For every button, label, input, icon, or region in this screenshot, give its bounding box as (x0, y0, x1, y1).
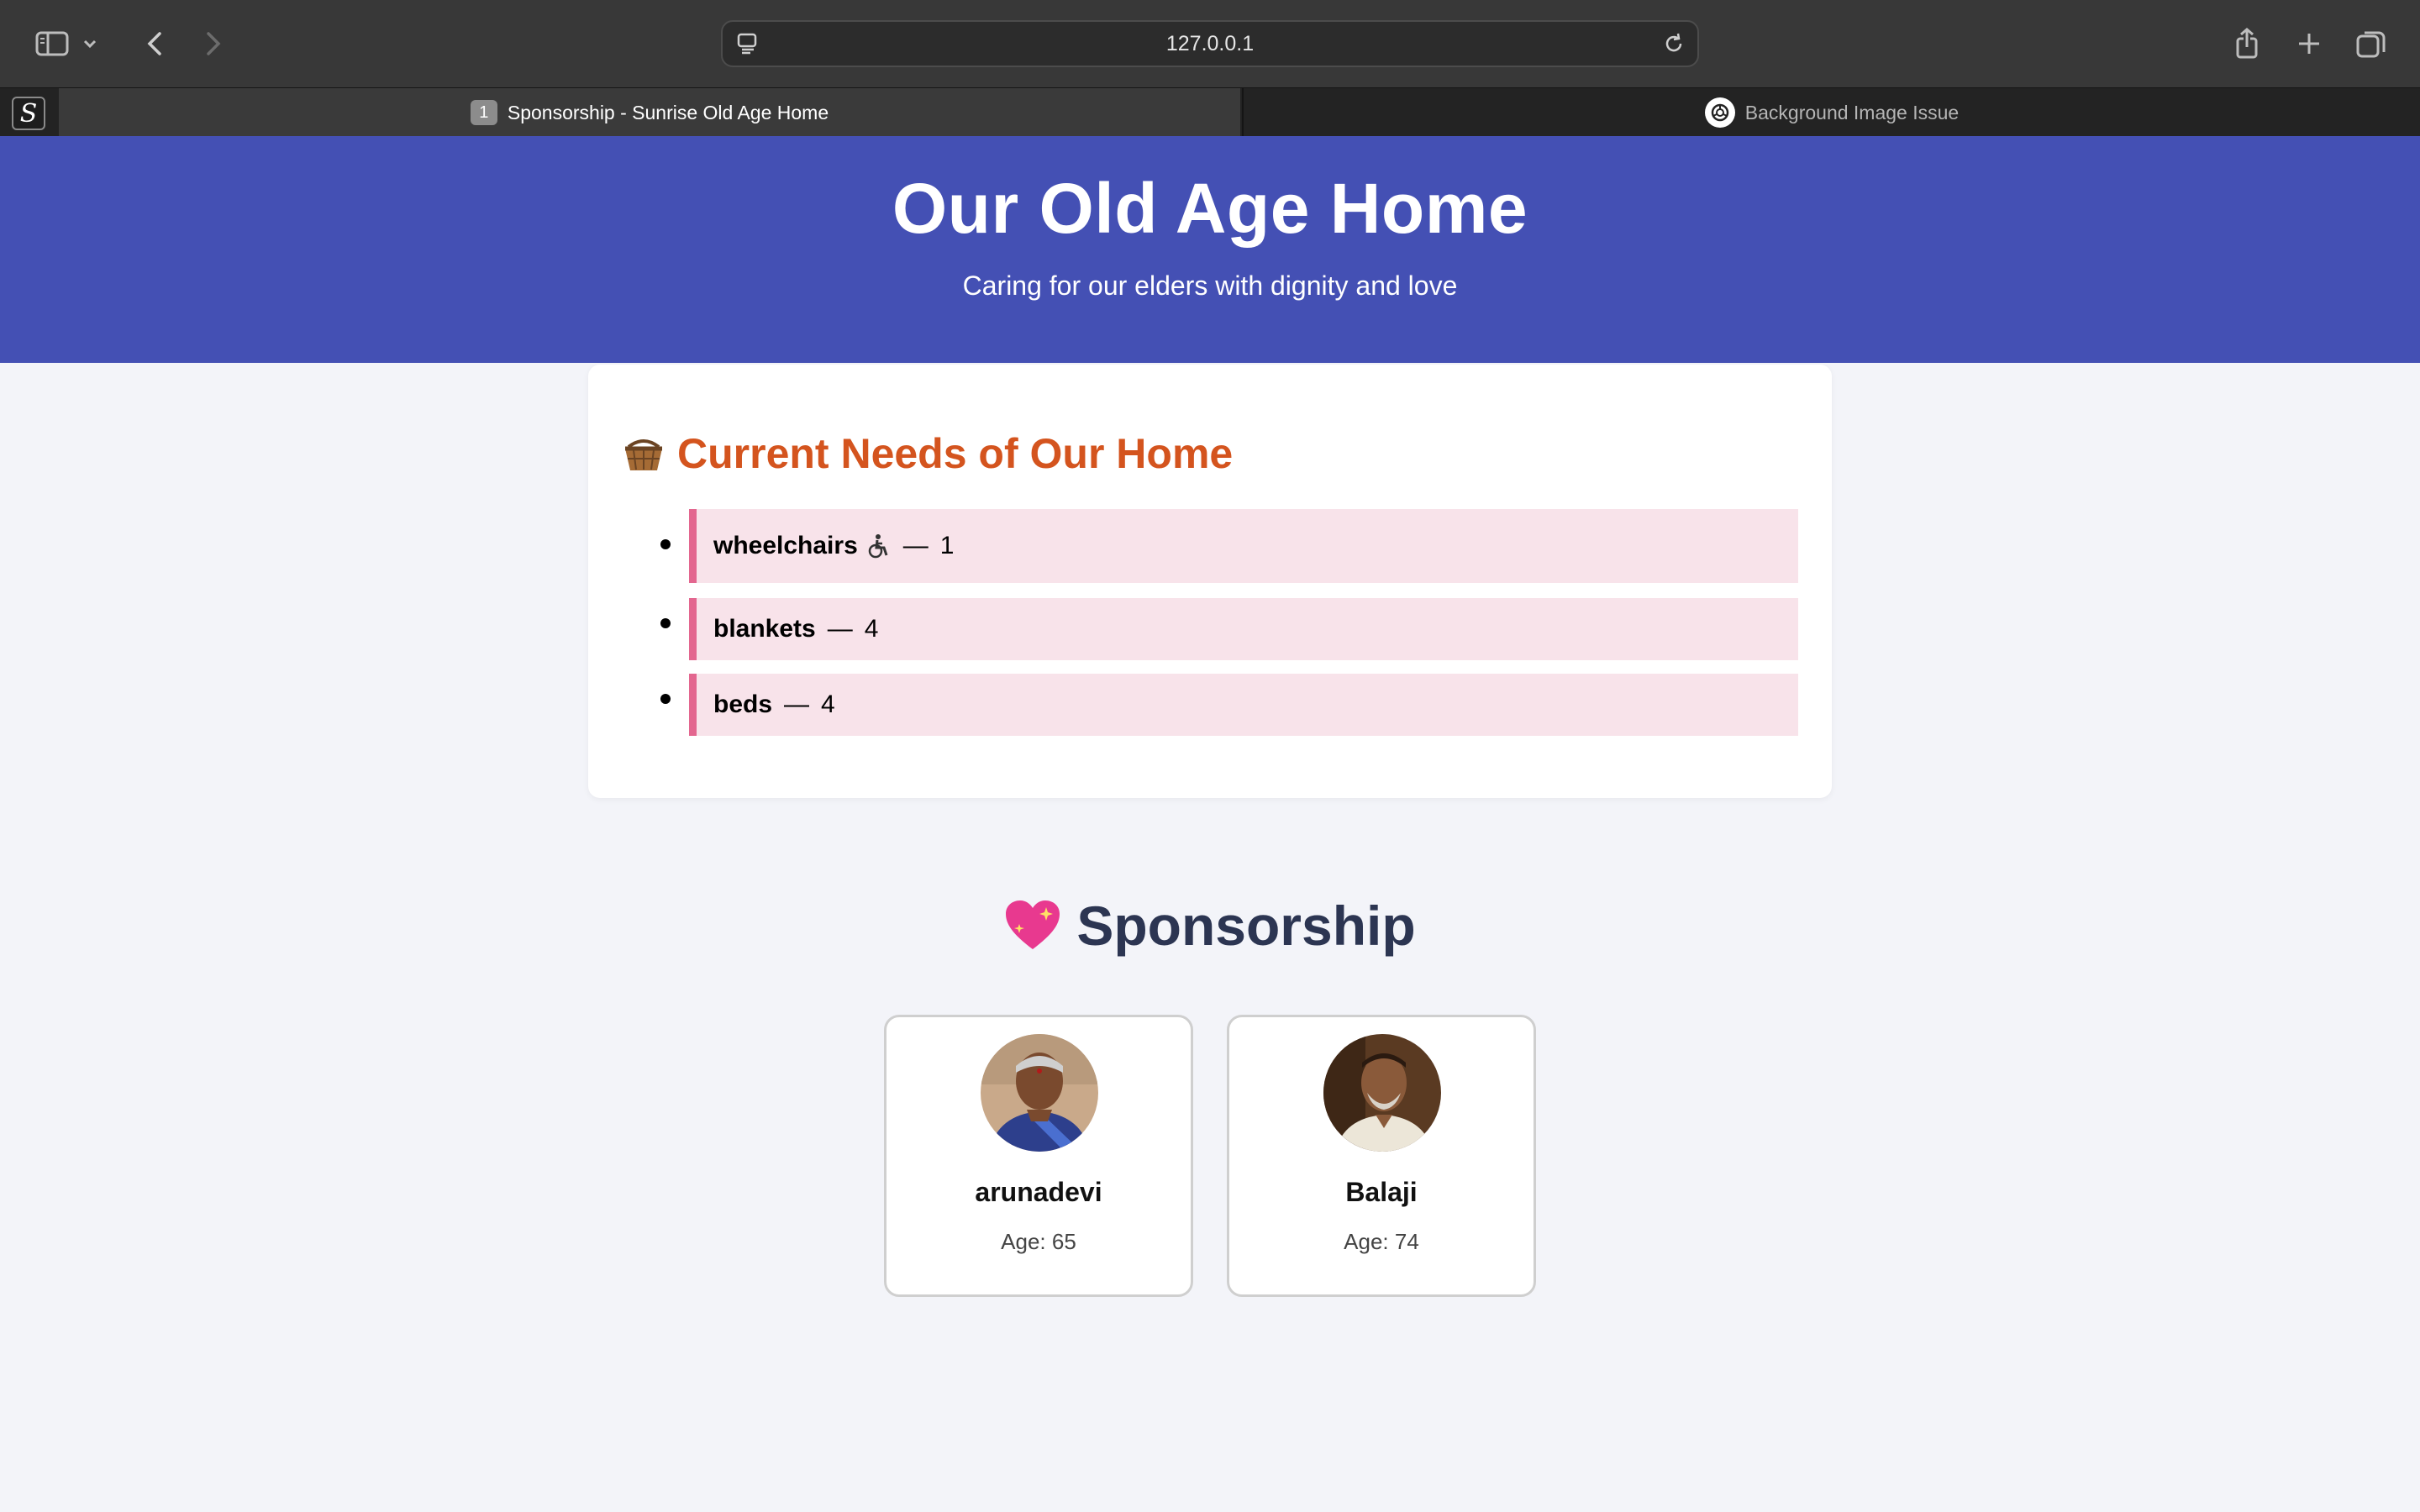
list-bullet (660, 539, 671, 549)
sparkling-heart-icon (1006, 900, 1060, 949)
share-icon[interactable] (2225, 22, 2269, 66)
need-item-beds: beds — 4 (689, 674, 1798, 736)
sidebar-toggle-icon[interactable] (30, 22, 74, 66)
need-item-wheelchairs: wheelchairs — 1 (689, 509, 1798, 583)
tab-background-image-issue[interactable]: Background Image Issue (1242, 88, 2420, 137)
person-card-arunadevi[interactable]: arunadevi Age: 65 (884, 1015, 1193, 1297)
back-arrow-icon[interactable] (133, 22, 176, 66)
need-item-blankets: blankets — 4 (689, 598, 1798, 660)
need-separator: — (784, 690, 810, 718)
list-bullet (660, 618, 671, 628)
chevron-down-icon[interactable] (77, 22, 103, 66)
sponsorship-heading-text: Sponsorship (1076, 895, 1416, 957)
app-logo-icon[interactable]: S (12, 97, 45, 130)
person-age: Age: 65 (1001, 1229, 1076, 1254)
wheelchair-icon (868, 534, 888, 559)
need-separator: — (902, 532, 929, 559)
need-separator: — (827, 615, 853, 643)
reload-icon[interactable] (1660, 30, 1687, 61)
need-count: 1 (939, 532, 955, 559)
needs-heading: Current Needs of Our Home (622, 428, 1233, 479)
page-header: Our Old Age Home Caring for our elders w… (0, 136, 2420, 363)
tab-title: Background Image Issue (1744, 101, 1960, 123)
url-text[interactable]: 127.0.0.1 (723, 22, 1697, 66)
address-bar[interactable]: 127.0.0.1 (721, 20, 1699, 67)
needs-card: Current Needs of Our Home wheelchairs — … (588, 365, 1832, 798)
page-content: Our Old Age Home Caring for our elders w… (0, 136, 2420, 1512)
need-count: 4 (864, 615, 879, 643)
tab-strip: S 1 Sponsorship - Sunrise Old Age Home B… (0, 87, 2420, 137)
list-bullet (660, 694, 671, 704)
person-card-balaji[interactable]: Balaji Age: 74 (1227, 1015, 1536, 1297)
sponsorship-heading: Sponsorship (0, 892, 2420, 959)
tab-number-badge: 1 (470, 100, 497, 125)
need-name: wheelchairs (713, 532, 858, 559)
person-age: Age: 74 (1344, 1229, 1419, 1254)
forward-arrow-icon[interactable] (192, 22, 235, 66)
needs-heading-text: Current Needs of Our Home (677, 430, 1234, 477)
person-name: arunadevi (975, 1177, 1102, 1207)
page-subtitle: Caring for our elders with dignity and l… (962, 270, 1458, 301)
need-name: beds (713, 690, 773, 718)
avatar (981, 1034, 1098, 1152)
tab-title: Sponsorship - Sunrise Old Age Home (507, 101, 829, 123)
basket-icon (625, 439, 662, 470)
new-tab-plus-icon[interactable] (2287, 22, 2331, 66)
browser-toolbar: 127.0.0.1 (0, 0, 2420, 87)
chatgpt-favicon-icon (1704, 97, 1735, 128)
tab-sponsorship[interactable]: 1 Sponsorship - Sunrise Old Age Home (59, 88, 1240, 137)
avatar (1323, 1034, 1441, 1152)
page-title: Our Old Age Home (892, 169, 1528, 248)
tab-overview-icon[interactable] (2349, 22, 2393, 66)
need-count: 4 (821, 690, 835, 718)
person-name: Balaji (1345, 1177, 1418, 1207)
need-name: blankets (713, 615, 816, 643)
